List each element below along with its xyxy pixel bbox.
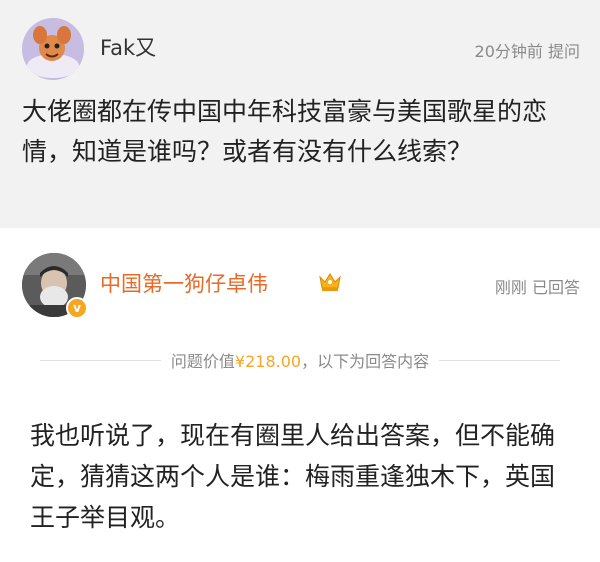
- value-suffix: ，以下为回答内容: [301, 352, 430, 371]
- answer-time: 刚刚: [494, 278, 527, 297]
- asker-avatar[interactable]: [22, 18, 84, 80]
- question-action: 提问: [547, 42, 580, 61]
- answer-card: v 中国第一狗仔卓伟 刚刚 已回答 问题价值¥218.00，以下为回答内容 我也…: [0, 228, 600, 562]
- answerer-username[interactable]: 中国第一狗仔卓伟: [100, 268, 268, 298]
- question-value: 问题价值¥218.00，以下为回答内容: [161, 348, 439, 372]
- answerer-avatar-wrap[interactable]: v: [22, 253, 88, 319]
- answer-meta: 刚刚 已回答: [495, 274, 580, 298]
- question-card: Fak又 20分钟前 提问 大佬圈都在传中国中年科技富豪与美国歌星的恋情，知道是…: [0, 0, 600, 228]
- answer-status: 已回答: [531, 278, 580, 297]
- verified-badge-icon: v: [66, 297, 88, 319]
- question-time: 20分钟前: [474, 42, 543, 61]
- crown-icon: [318, 270, 342, 292]
- value-prefix: 问题价值: [170, 352, 235, 371]
- question-meta: 20分钟前 提问: [475, 38, 580, 62]
- divider-left: [40, 359, 161, 361]
- divider-right: [439, 359, 561, 361]
- answer-text: 我也听说了，现在有圈里人给出答案，但不能确定，猜猜这两个人是谁：梅雨重逢独木下，…: [30, 421, 556, 532]
- asker-username[interactable]: Fak又: [100, 32, 156, 62]
- value-amount: ¥218.00: [234, 352, 302, 371]
- question-text: 大佬圈都在传中国中年科技富豪与美国歌星的恋情，知道是谁吗？或者有没有什么线索？: [22, 97, 548, 166]
- question-value-row: 问题价值¥218.00，以下为回答内容: [40, 348, 561, 372]
